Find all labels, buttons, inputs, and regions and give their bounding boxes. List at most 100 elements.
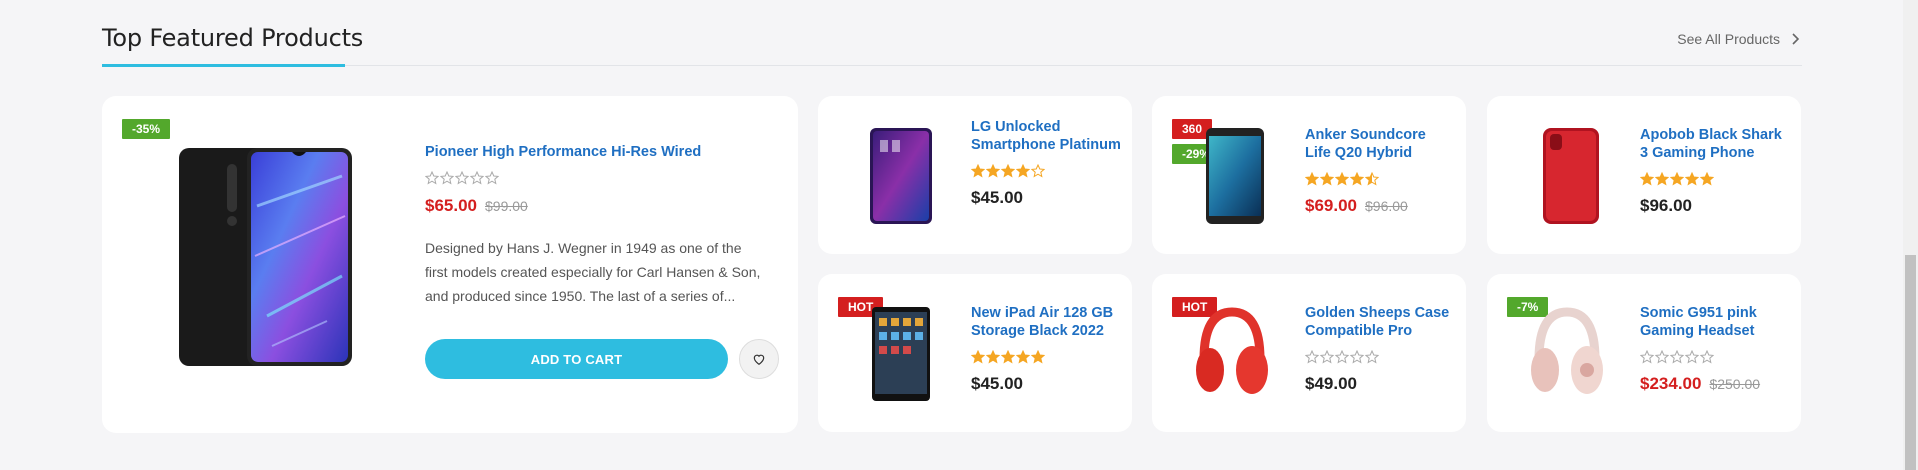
- star-icon: [1305, 350, 1319, 364]
- star-icon: [971, 164, 985, 178]
- product-title-link[interactable]: Golden Sheeps Case Compatible Pro: [1305, 305, 1449, 339]
- product-title-link[interactable]: Somic G951 pink Gaming Headset: [1640, 305, 1757, 339]
- scrollbar-thumb[interactable]: [1905, 255, 1916, 470]
- top-featured-section: Top Featured Products See All Products -…: [102, 0, 1802, 470]
- product-info: Apobob Black Shark 3 Gaming Phone $96.00: [1640, 126, 1790, 216]
- star-icon: [440, 171, 454, 185]
- star-icon: [971, 350, 985, 364]
- rating-stars: [425, 171, 765, 185]
- star-icon: [1335, 172, 1349, 186]
- star-icon: [1670, 172, 1684, 186]
- star-icon: [455, 171, 469, 185]
- old-price: $250.00: [1709, 376, 1761, 392]
- price-row: $234.00 $250.00: [1640, 374, 1790, 394]
- star-icon: [1700, 172, 1714, 186]
- current-price: $234.00: [1640, 374, 1702, 393]
- star-icon: [1016, 350, 1030, 364]
- product-card[interactable]: HOT New iPad Air 128 GB Storage Black 20…: [818, 274, 1132, 432]
- price-row: $45.00: [971, 374, 1121, 394]
- star-icon: [1016, 164, 1030, 178]
- rating-stars: [1305, 350, 1455, 364]
- chevron-right-icon: [1792, 33, 1800, 45]
- product-image[interactable]: [1182, 304, 1282, 404]
- star-icon: [470, 171, 484, 185]
- price-row: $69.00 $96.00: [1305, 196, 1455, 216]
- product-title-link[interactable]: New iPad Air 128 GB Storage Black 2022: [971, 305, 1113, 339]
- price-row: $65.00 $99.00: [425, 196, 765, 216]
- star-icon: [1350, 172, 1364, 186]
- product-info: Somic G951 pink Gaming Headset $234.00 $…: [1640, 304, 1790, 394]
- rating-stars: [1640, 172, 1790, 186]
- star-icon: [1031, 350, 1045, 364]
- product-title-link[interactable]: Anker Soundcore Life Q20 Hybrid: [1305, 127, 1426, 161]
- star-icon: [1685, 172, 1699, 186]
- star-icon: [1670, 350, 1684, 364]
- star-icon: [1365, 172, 1379, 186]
- star-icon: [425, 171, 439, 185]
- star-icon: [1001, 164, 1015, 178]
- rating-stars: [1305, 172, 1455, 186]
- star-icon: [1320, 172, 1334, 186]
- star-icon: [485, 171, 499, 185]
- product-title-link[interactable]: Pioneer High Performance Hi-Res Wired: [425, 144, 701, 160]
- product-card[interactable]: -7% Somic G951 pink Gaming Headset $234.…: [1487, 274, 1801, 432]
- current-price: $69.00: [1305, 196, 1357, 215]
- product-info: Anker Soundcore Life Q20 Hybrid $69.00 $…: [1305, 126, 1455, 216]
- section-title: Top Featured Products: [102, 24, 364, 52]
- heart-icon: [753, 354, 765, 365]
- star-icon: [1640, 172, 1654, 186]
- featured-product-card[interactable]: -35% Pioneer High Performance Hi-Res Wir…: [102, 96, 798, 433]
- rating-stars: [971, 350, 1121, 364]
- product-card[interactable]: 360 -29% Anker Soundcore Life Q20 Hybrid…: [1152, 96, 1466, 254]
- star-icon: [1655, 350, 1669, 364]
- product-info: Golden Sheeps Case Compatible Pro $49.00: [1305, 304, 1455, 394]
- price-row: $96.00: [1640, 196, 1790, 216]
- product-card[interactable]: Apobob Black Shark 3 Gaming Phone $96.00: [1487, 96, 1801, 254]
- star-icon: [1640, 350, 1654, 364]
- section-header: Top Featured Products See All Products: [102, 0, 1802, 67]
- star-icon: [1685, 350, 1699, 364]
- star-icon: [1350, 350, 1364, 364]
- product-image[interactable]: [1517, 126, 1617, 226]
- rating-stars: [1640, 350, 1790, 364]
- current-price: $45.00: [971, 374, 1023, 393]
- featured-info: Pioneer High Performance Hi-Res Wired $6…: [425, 143, 765, 308]
- price-row: $49.00: [1305, 374, 1455, 394]
- product-card[interactable]: HOT Golden Sheeps Case Compatible Pro $4…: [1152, 274, 1466, 432]
- product-image[interactable]: [1182, 126, 1282, 226]
- product-title-link[interactable]: Apobob Black Shark 3 Gaming Phone: [1640, 127, 1782, 161]
- product-image[interactable]: [177, 146, 357, 371]
- rating-stars: [971, 164, 1121, 178]
- current-price: $96.00: [1640, 196, 1692, 215]
- discount-badge: -35%: [122, 119, 171, 139]
- old-price: $96.00: [1365, 198, 1408, 214]
- title-underline: [102, 64, 345, 67]
- star-icon: [986, 164, 1000, 178]
- product-info: New iPad Air 128 GB Storage Black 2022 $…: [971, 304, 1121, 394]
- product-title-link[interactable]: LG Unlocked Smartphone Platinum: [971, 119, 1121, 153]
- product-image[interactable]: [848, 304, 948, 404]
- current-price: $65.00: [425, 196, 477, 215]
- price-row: $45.00: [971, 188, 1121, 208]
- product-info: LG Unlocked Smartphone Platinum $45.00: [971, 118, 1121, 208]
- wishlist-button[interactable]: [739, 339, 779, 379]
- star-icon: [1305, 172, 1319, 186]
- see-all-products-link[interactable]: See All Products: [1677, 31, 1802, 47]
- product-image[interactable]: [1517, 304, 1617, 404]
- add-to-cart-button[interactable]: ADD TO CART: [425, 339, 728, 379]
- star-icon: [1031, 164, 1045, 178]
- product-image[interactable]: [848, 126, 948, 226]
- current-price: $45.00: [971, 188, 1023, 207]
- star-icon: [1655, 172, 1669, 186]
- star-icon: [1335, 350, 1349, 364]
- star-icon: [1320, 350, 1334, 364]
- product-card[interactable]: LG Unlocked Smartphone Platinum $45.00: [818, 96, 1132, 254]
- star-icon: [1365, 350, 1379, 364]
- product-description: Designed by Hans J. Wegner in 1949 as on…: [425, 240, 761, 304]
- star-icon: [986, 350, 1000, 364]
- see-all-label: See All Products: [1677, 31, 1780, 47]
- star-icon: [1700, 350, 1714, 364]
- star-icon: [1001, 350, 1015, 364]
- page-scrollbar[interactable]: [1903, 0, 1918, 470]
- old-price: $99.00: [485, 198, 528, 214]
